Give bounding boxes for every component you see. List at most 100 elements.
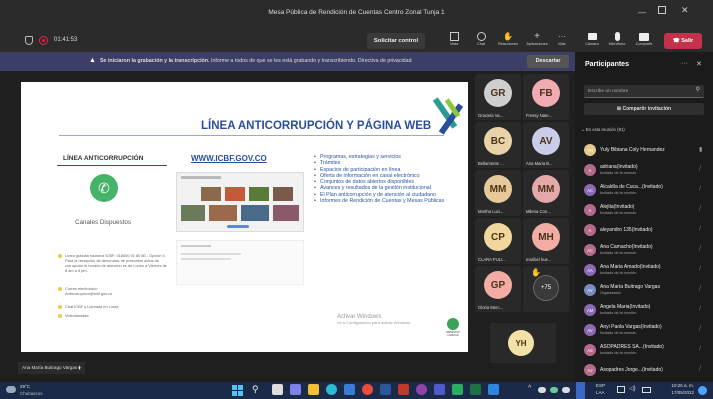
participant-tile[interactable]: BC Bellamente ... — [475, 122, 521, 168]
volume-icon[interactable]: ◁) — [629, 385, 636, 392]
search-icon[interactable]: ⚲ — [252, 384, 259, 395]
media-icon[interactable] — [452, 384, 463, 395]
clock[interactable]: 10:26 a. m. 17/05/2022 — [656, 383, 694, 396]
search-icon: ⚲ — [695, 87, 700, 93]
share-label: Compartir — [635, 42, 653, 46]
participant-tag: (Invitado) — [631, 244, 653, 250]
share-button[interactable]: Compartir — [632, 32, 656, 46]
panel-more-icon[interactable]: ··· — [681, 60, 688, 67]
camera-button[interactable]: Cámara — [582, 32, 602, 46]
start-icon[interactable] — [232, 385, 243, 396]
participant-row[interactable]: AC Alcaldía de Cuca...(Invitado) Invitado … — [575, 182, 713, 199]
channel-text: Correo electrónico: Anticorrupcion@icbf.… — [65, 286, 113, 296]
dot-icon — [58, 254, 62, 258]
mic-off-icon: ⧸ — [699, 326, 702, 332]
self-view[interactable]: YH — [490, 323, 556, 363]
participant-name-line: Asopadres Jorge...(Invitado) — [600, 367, 663, 373]
overflow-tile[interactable]: ✋ +75 — [523, 266, 569, 312]
dismiss-button[interactable]: Descartar — [527, 55, 569, 68]
participant-tile[interactable]: CP CLARA PULI... — [475, 218, 521, 264]
excel-icon[interactable] — [470, 384, 481, 395]
participant-row[interactable]: A Alejita(Invitado) Invitado de la reunión… — [575, 202, 713, 219]
section-header[interactable]: ⌄ En esta reunión (81) — [581, 127, 625, 133]
panel-close-icon[interactable]: ✕ — [696, 60, 702, 68]
chrome-icon[interactable] — [362, 384, 373, 395]
chat-label: Chat — [476, 42, 486, 46]
apps-button[interactable]: + Aplicaciones — [522, 32, 552, 47]
mic-tray-icon[interactable] — [576, 382, 585, 399]
participant-avatar: AC — [584, 184, 596, 196]
tray-chevron-icon[interactable]: ^ — [528, 385, 531, 392]
weather-temp: 29°C — [20, 384, 31, 389]
request-control-button[interactable]: Solicitar control — [367, 33, 425, 49]
tray-icon[interactable] — [562, 387, 570, 393]
participant-row[interactable]: YH Yuly Bibiana Coly Hernandez ▮ — [575, 142, 713, 159]
tray-icon[interactable] — [538, 387, 546, 393]
store-icon[interactable] — [344, 384, 355, 395]
participant-row[interactable]: Aaleyandro 135(Invitado) ⧸ — [575, 222, 713, 239]
view-button[interactable]: Vista — [444, 32, 464, 46]
participant-name-line: adriana(Invitado) — [600, 164, 638, 170]
windows-taskbar: 29°C Chubascos ⚲ ^ ESP LAA ◁) 10:26 a. m… — [0, 382, 713, 399]
participant-name-line: Ana María Buitrago Vargas — [600, 284, 660, 290]
participant-role: Organizador — [600, 291, 621, 295]
participant-row[interactable]: AA Ana Maria Amado(Invitado) Invitado de l… — [575, 262, 713, 279]
file-explorer-icon[interactable] — [308, 384, 319, 395]
reactions-button[interactable]: ✋ Reacciones — [494, 32, 522, 46]
display-icon[interactable] — [617, 386, 625, 393]
leave-button[interactable]: ☎ Salir — [664, 33, 702, 49]
notifications-icon[interactable] — [698, 386, 707, 395]
edge-icon[interactable] — [326, 384, 337, 395]
participant-row[interactable]: AC Ana Camacho(Invitado) Invitado de la re… — [575, 242, 713, 259]
participant-avatar: AA — [584, 264, 596, 276]
participant-tile[interactable]: GR Graciela Va... — [475, 74, 521, 120]
battery-icon[interactable] — [642, 387, 651, 393]
participant-row[interactable]: AJ Asopadres Jorge...(Invitado) ⧸ — [575, 362, 713, 379]
activation-watermark: Activar Windows Ve a Configuración para … — [337, 314, 411, 325]
microphone-button[interactable]: Micrófono — [605, 32, 629, 46]
window-title: Mesa Pública de Rendición de Cuentas Cen… — [268, 9, 445, 16]
app-icon[interactable] — [488, 384, 499, 395]
participant-name-line: Anyi Paola Vargas(Invitado) — [600, 324, 662, 330]
banner-bold: Se iniciaron la grabación y la transcrip… — [100, 58, 210, 64]
left-heading-line — [57, 165, 167, 166]
participant-search-input[interactable]: Escribe un nombre ⚲ — [584, 85, 704, 98]
task-view-icon[interactable] — [272, 384, 283, 395]
participant-tag: (Invitado) — [642, 344, 664, 350]
weather-icon — [6, 386, 16, 393]
participant-tile[interactable]: MM Milena Con... — [523, 170, 569, 216]
word-icon[interactable] — [380, 384, 391, 395]
participant-row[interactable]: AS ASOPADRES SA...(Invitado) Invitado de l… — [575, 342, 713, 359]
website-preview-lower — [176, 240, 304, 285]
participant-row[interactable]: Aadriana(Invitado) Invitado de la reunión… — [575, 162, 713, 179]
chat-button[interactable]: Chat — [471, 32, 491, 46]
participant-avatar: AV — [584, 324, 596, 336]
maximize-icon[interactable] — [658, 6, 666, 14]
participant-row[interactable]: AM Angela Maria(Invitado) Invitado de la r… — [575, 302, 713, 319]
minimize-icon[interactable]: — — [638, 8, 646, 17]
teams-chat-icon[interactable] — [290, 384, 301, 395]
mic-on-icon: ▮ — [699, 147, 703, 153]
language-indicator[interactable]: ESP LAA — [596, 383, 605, 396]
avatar: GP — [484, 271, 512, 299]
share-invite-button[interactable]: ⊞ Compartir invitación — [584, 103, 704, 115]
settings-icon[interactable] — [416, 384, 427, 395]
teams-icon[interactable] — [434, 384, 445, 395]
participant-name: Alcaldía de Cuca... — [600, 184, 642, 190]
participant-row[interactable]: AV Ana María Buitrago Vargas Organizador ⧸ — [575, 282, 713, 299]
participant-tile[interactable]: GP Gloria Merc... — [475, 266, 521, 312]
participant-tile[interactable]: MH maribel hue... — [523, 218, 569, 264]
participant-tile[interactable]: FB Fressy Nate... — [523, 74, 569, 120]
close-icon[interactable]: ✕ — [681, 5, 689, 16]
camera-icon — [587, 33, 597, 40]
participant-tile[interactable]: MM Martha Luci... — [475, 170, 521, 216]
mic-off-icon: ⧸ — [699, 226, 702, 232]
more-button[interactable]: ··· Más — [552, 32, 572, 46]
brand-ribbon-icon — [432, 96, 464, 136]
participant-tile[interactable]: AV Ana Maria B... — [523, 122, 569, 168]
participant-row[interactable]: AV Anyi Paola Vargas(Invitado) Invitado de… — [575, 322, 713, 339]
participant-avatar: AM — [584, 304, 596, 316]
tray-icon[interactable] — [550, 387, 558, 393]
pdf-icon[interactable] — [398, 384, 409, 395]
participant-avatar: AC — [584, 244, 596, 256]
